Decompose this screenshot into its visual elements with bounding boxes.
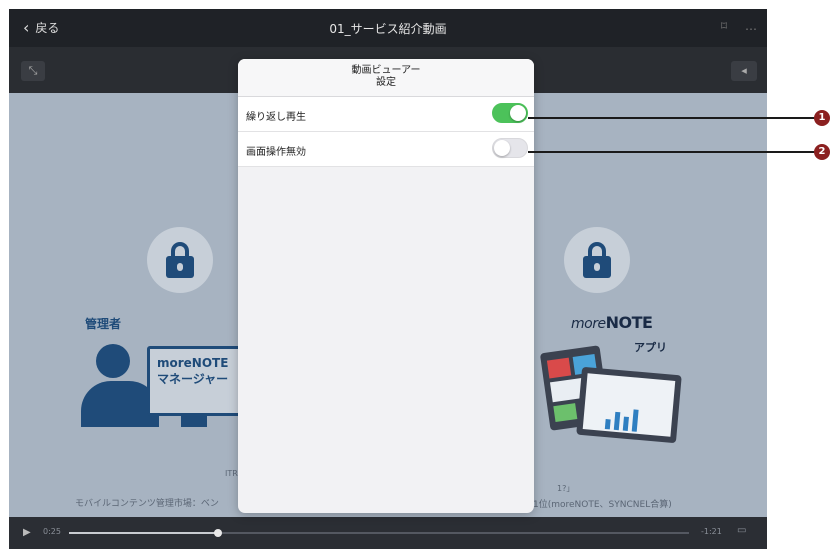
popover-title: 動画ビューアー 設定	[351, 65, 421, 88]
navigation-bar: ‹ 戻る 01_サービス紹介動画 ⌑ …	[9, 9, 767, 47]
admin-label: 管理者	[85, 317, 122, 331]
caption-left-top: ITR	[225, 469, 238, 478]
monitor-stand	[181, 413, 207, 427]
player-controls: ▶ 0:25 -1:21 ▭	[9, 517, 767, 549]
seek-bar-fill	[69, 532, 218, 534]
setting-label-loop: 繰り返し再生	[246, 112, 306, 123]
time-elapsed: 0:25	[43, 527, 61, 536]
app-lock-circle	[564, 227, 630, 293]
play-icon[interactable]: ▶	[23, 527, 31, 538]
monitor-line2: マネージャー	[157, 372, 229, 386]
admin-lock-circle	[147, 227, 213, 293]
monitor-line1: moreNOTE	[157, 356, 229, 370]
caption-right-top: 1?」	[557, 484, 575, 493]
popover-header: 動画ビューアー 設定	[238, 59, 534, 97]
time-remaining: -1:21	[701, 527, 722, 536]
seek-knob[interactable]	[213, 529, 222, 537]
lock-icon	[583, 242, 611, 278]
brand-logo: moreNOTE	[571, 313, 653, 332]
callout-badge-2: 2	[814, 144, 830, 160]
person-icon	[96, 344, 130, 378]
caption-left-bottom: モバイルコンテンツ管理市場：ベン	[75, 499, 219, 509]
callout-line-1	[528, 117, 816, 119]
bookmark-icon[interactable]: ⌑	[721, 19, 727, 33]
setting-row-disable-touch: 画面操作無効	[238, 132, 534, 167]
fullscreen-expand-icon[interactable]: ⤡	[21, 61, 45, 81]
loop-toggle[interactable]	[492, 103, 528, 123]
setting-row-loop: 繰り返し再生	[238, 97, 534, 132]
viewer-settings-popover: 動画ビューアー 設定 繰り返し再生 画面操作無効	[238, 59, 534, 513]
seek-bar[interactable]	[69, 529, 689, 537]
callout-badge-1: 1	[814, 110, 830, 126]
video-title: 01_サービス紹介動画	[329, 22, 447, 36]
airplay-icon[interactable]: ▭	[737, 525, 746, 536]
setting-label-disable-touch: 画面操作無効	[246, 147, 306, 158]
tablet-chart-icon	[576, 366, 682, 444]
more-icon[interactable]: …	[745, 19, 757, 33]
lock-icon	[166, 242, 194, 278]
app-label: アプリ	[634, 341, 667, 354]
callout-line-2	[528, 151, 816, 153]
disable-touch-toggle[interactable]	[492, 138, 528, 158]
volume-icon[interactable]: ◂	[731, 61, 757, 81]
top-icons: ⌑ …	[721, 19, 757, 33]
monitor-text: moreNOTE マネージャー	[157, 355, 228, 387]
caption-right-bottom: 1位(moreNOTE、SYNCNEL合算)	[533, 500, 672, 510]
